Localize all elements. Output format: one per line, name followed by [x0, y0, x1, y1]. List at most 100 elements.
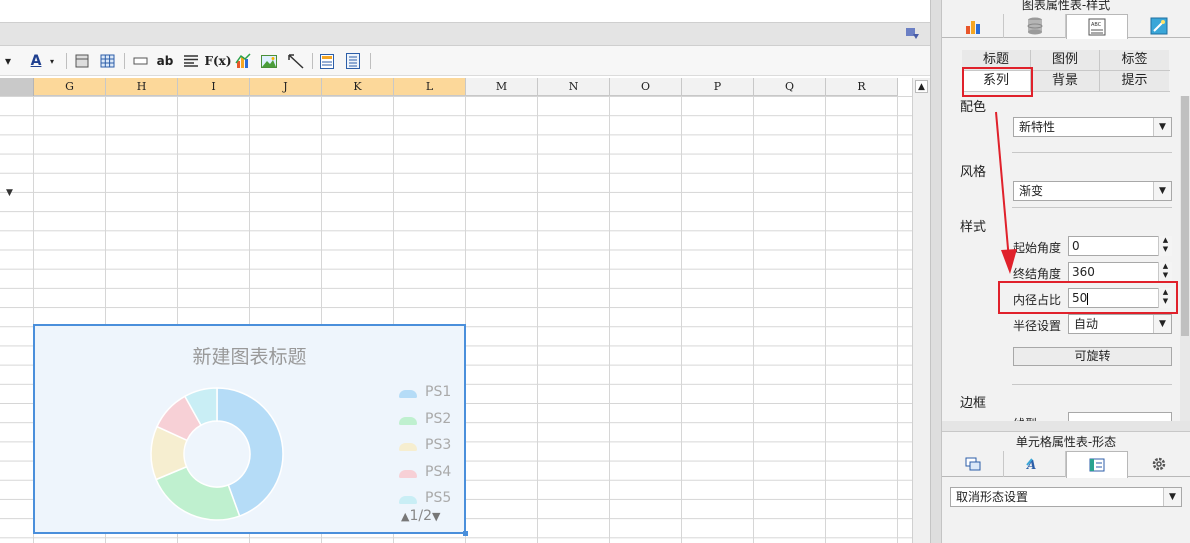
rotatable-button[interactable]: 可旋转	[1013, 347, 1172, 366]
radius-select[interactable]: 自动 ▼	[1068, 314, 1172, 334]
tab-cell-style[interactable]: A	[1004, 451, 1066, 477]
form-setting-select[interactable]: 取消形态设置 ▼	[950, 487, 1182, 507]
section-divider	[1012, 152, 1172, 153]
sheet-tab-bar	[0, 22, 930, 46]
column-header-o[interactable]: O	[610, 78, 682, 96]
end-angle-input[interactable]: 360 ▲ ▼	[1068, 262, 1172, 282]
section-divider	[1012, 384, 1172, 385]
section-style-type-label: 风格	[960, 165, 987, 180]
legend-pager[interactable]: ▲1/2▼	[401, 508, 440, 524]
legend-item-ps5[interactable]: PS5	[395, 490, 465, 510]
radius-value: 自动	[1074, 317, 1099, 331]
align-justify-icon[interactable]	[182, 52, 200, 70]
legend-item-ps1[interactable]: PS1	[395, 384, 465, 404]
cell-panel-title: 单元格属性表-形态	[942, 431, 1190, 451]
row-dropdown-icon[interactable]: ▼	[6, 188, 13, 198]
color-scheme-select[interactable]: 新特性 ▼	[1013, 117, 1172, 137]
merge-cells-icon[interactable]	[73, 52, 91, 70]
chevron-down-icon[interactable]: ▼	[1153, 315, 1171, 333]
gear-icon	[1152, 457, 1166, 471]
insert-chart-icon[interactable]	[234, 52, 252, 70]
tab-data[interactable]	[1004, 14, 1066, 38]
toolbar-separator	[312, 53, 313, 69]
tab-style[interactable]: ABC	[1066, 14, 1128, 39]
chevron-down-icon[interactable]: ▼	[1153, 118, 1171, 136]
svg-text:ABC: ABC	[1091, 22, 1102, 28]
subtab-legend[interactable]: 图例	[1031, 50, 1100, 70]
panel-scrollbar[interactable]	[1180, 96, 1190, 422]
column-header-h[interactable]: H	[106, 78, 178, 96]
column-header-m[interactable]: M	[466, 78, 538, 96]
panel-splitter[interactable]	[930, 0, 942, 543]
font-color-button[interactable]: A	[26, 52, 46, 70]
chart-object[interactable]: 新建图表标题 PS1 PS2 PS3 PS4 PS5 ▲1/2▼	[33, 324, 468, 536]
legend-label: PS4	[425, 463, 452, 480]
font-color-dropdown-icon[interactable]: ▾	[46, 52, 58, 70]
column-header-j[interactable]: J	[250, 78, 322, 96]
tab-effects[interactable]	[1128, 14, 1190, 38]
tab-cell-settings[interactable]	[1128, 451, 1190, 477]
end-angle-value: 360	[1072, 265, 1095, 279]
tab-chart-type[interactable]	[942, 14, 1004, 38]
resize-handle[interactable]	[463, 531, 468, 536]
property-panel: 图表属性表-样式 ABC 标题 图例 标签 系列 背景 提示 配色 新特性 ▼ …	[942, 0, 1190, 543]
subtab-tooltip[interactable]: 提示	[1100, 71, 1169, 91]
panel-options-icon[interactable]	[906, 28, 920, 40]
annotation-arrow-icon	[995, 111, 1017, 274]
cell-element-icon	[965, 457, 980, 471]
vertical-scrollbar[interactable]: ▲	[912, 78, 930, 543]
donut-chart	[150, 387, 284, 521]
legend-item-ps4[interactable]: PS4	[395, 464, 465, 484]
legend-swatch-icon	[399, 416, 417, 425]
column-header-k[interactable]: K	[322, 78, 394, 96]
subtab-background[interactable]: 背景	[1031, 71, 1100, 91]
column-header-q[interactable]: Q	[754, 78, 826, 96]
special-effects-icon	[1150, 17, 1168, 35]
chevron-down-icon[interactable]: ▼	[1163, 488, 1181, 506]
column-header-r[interactable]: R	[826, 78, 898, 96]
panel-bottom-scroll[interactable]	[942, 421, 1190, 431]
dropdown-arrow-icon[interactable]: ▾	[0, 52, 16, 70]
cell-property-tabs: A	[942, 451, 1190, 478]
cell-form-icon	[1089, 458, 1105, 472]
column-header-n[interactable]: N	[538, 78, 610, 96]
chart-property-tabs: ABC	[942, 14, 1190, 39]
form-layout-icon[interactable]	[318, 52, 336, 70]
spinner-arrows-icon[interactable]: ▲ ▼	[1158, 262, 1172, 282]
start-angle-input[interactable]: 0 ▲ ▼	[1068, 236, 1172, 256]
start-angle-value: 0	[1072, 239, 1080, 253]
tab-cell-form[interactable]	[1066, 451, 1128, 478]
legend-label: PS3	[425, 437, 452, 453]
column-header-g[interactable]: G	[34, 78, 106, 96]
format-toolbar: ▾ A ▾ ab F(x)	[0, 46, 930, 76]
border-grid-icon[interactable]	[98, 52, 116, 70]
spinner-arrows-icon[interactable]: ▲ ▼	[1158, 236, 1172, 256]
column-header-p[interactable]: P	[682, 78, 754, 96]
insert-image-icon[interactable]	[260, 52, 278, 70]
chevron-down-icon[interactable]: ▼	[1153, 182, 1171, 200]
legend-swatch-icon	[399, 496, 417, 504]
draw-line-icon[interactable]	[287, 52, 305, 70]
scroll-up-icon[interactable]: ▲	[915, 80, 928, 93]
formula-button[interactable]: F(x)	[204, 52, 231, 70]
legend-swatch-icon	[399, 469, 417, 478]
line-type-select[interactable]	[1068, 412, 1172, 421]
text-field-icon[interactable]	[131, 52, 149, 70]
scrollbar-thumb[interactable]	[1181, 96, 1189, 336]
legend-swatch-icon	[399, 390, 417, 398]
toolbar-separator	[370, 53, 371, 69]
chart-type-icon	[965, 21, 980, 34]
style-type-value: 渐变	[1019, 184, 1044, 198]
section-border-label: 边框	[960, 396, 987, 411]
text-ab-button[interactable]: ab	[155, 52, 175, 70]
column-header-l[interactable]: L	[394, 78, 466, 96]
style-abc-icon: ABC	[1088, 18, 1106, 36]
tab-cell-element[interactable]	[942, 451, 1004, 477]
subtab-label[interactable]: 标签	[1100, 50, 1169, 70]
report-page-icon[interactable]	[344, 52, 362, 70]
column-header-i[interactable]: I	[178, 78, 250, 96]
legend-item-ps3[interactable]: PS3	[395, 437, 465, 457]
legend-item-ps2[interactable]: PS2	[395, 411, 465, 431]
pager-down-icon[interactable]: ▼	[432, 510, 440, 523]
style-type-select[interactable]: 渐变 ▼	[1013, 181, 1172, 201]
